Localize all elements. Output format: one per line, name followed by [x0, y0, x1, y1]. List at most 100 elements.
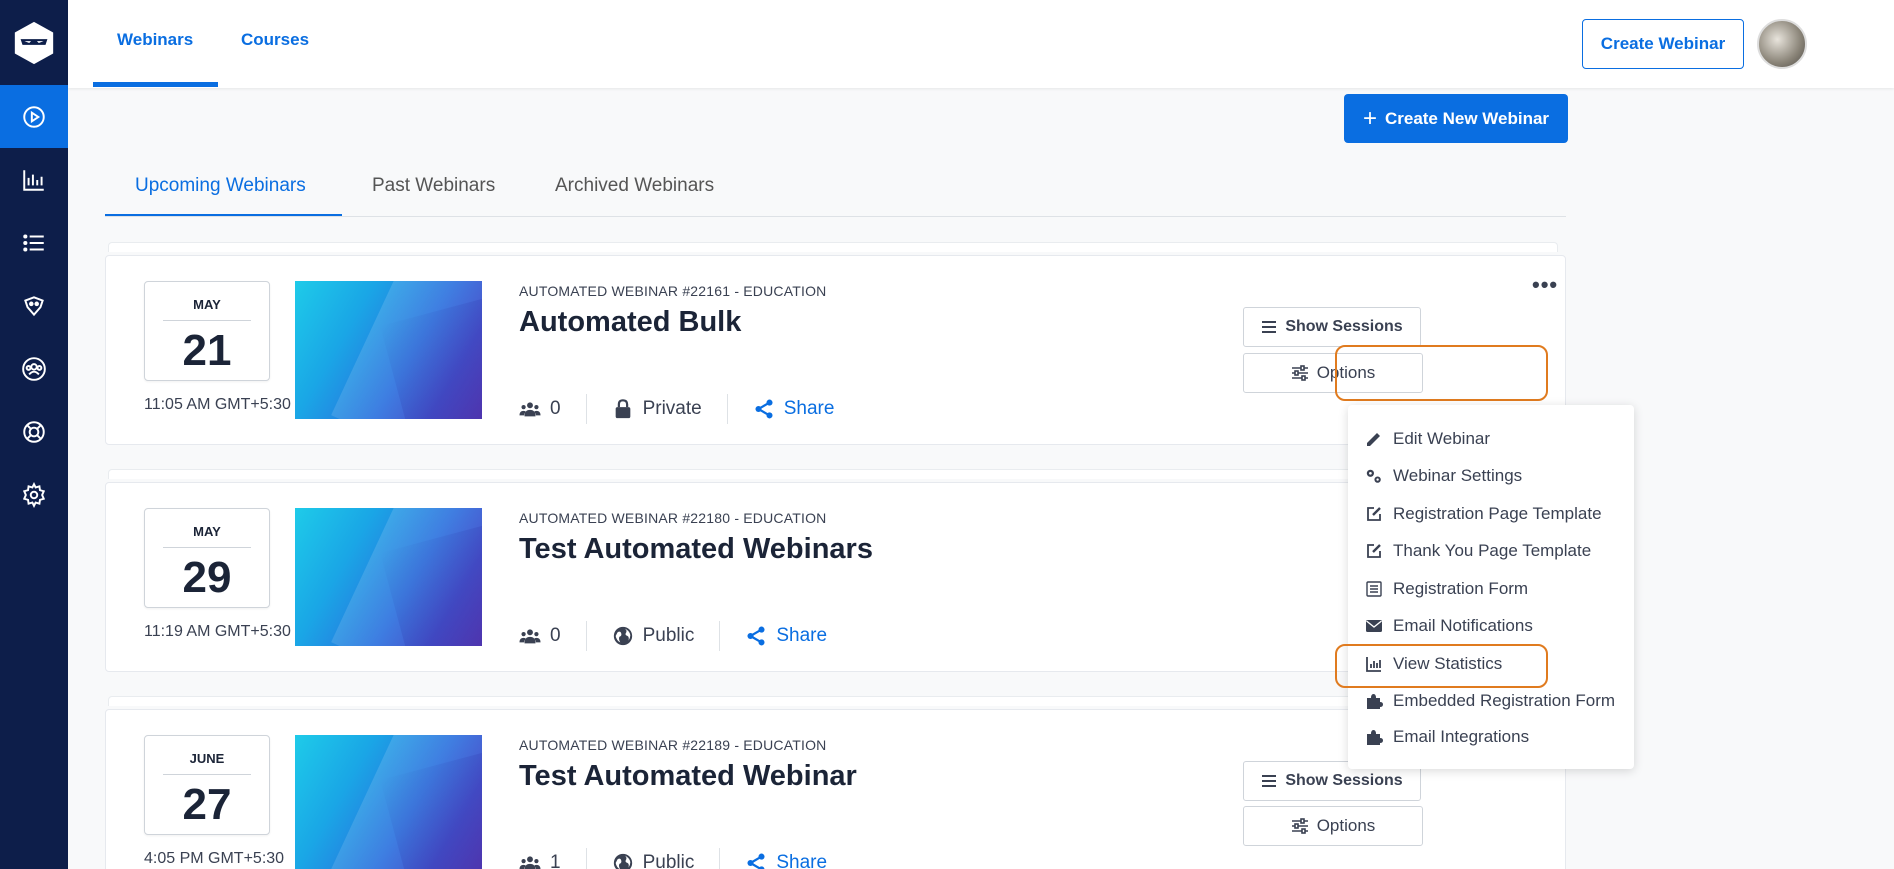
- menu-item-email-integrations[interactable]: Email Integrations: [1365, 727, 1529, 747]
- tab-past-webinars[interactable]: Past Webinars: [372, 175, 495, 197]
- share-link[interactable]: Share: [753, 398, 835, 420]
- menu-item-webinar-settings[interactable]: Webinar Settings: [1365, 466, 1522, 486]
- active-tab-underline: [105, 214, 342, 216]
- visibility-label: Public: [642, 625, 695, 646]
- menu-item-embedded-registration-form[interactable]: Embedded Registration Form: [1365, 691, 1615, 711]
- date-divider: [163, 547, 251, 548]
- options-dropdown-menu: Edit Webinar Webinar Settings Registrati…: [1348, 405, 1634, 769]
- pencil-icon: [1367, 433, 1380, 446]
- attendee-count: 1: [519, 852, 561, 869]
- webinar-meta: 1 Public Share: [519, 848, 827, 869]
- webinar-thumbnail[interactable]: [295, 508, 482, 646]
- webinar-subtitle: AUTOMATED WEBINAR #22180 - EDUCATION: [519, 510, 827, 526]
- lock-icon: [615, 399, 630, 419]
- sliders-icon: [1291, 365, 1308, 381]
- sidebar-item-list[interactable]: [0, 211, 68, 274]
- globe-icon: [613, 853, 632, 869]
- sidebar-item-webinars[interactable]: [0, 85, 68, 148]
- sidebar-item-analytics[interactable]: [0, 148, 68, 211]
- users-icon: [519, 856, 541, 869]
- date-month: JUNE: [189, 751, 225, 766]
- share-icon: [755, 399, 773, 419]
- divider: [585, 621, 587, 651]
- webinar-time: 11:05 AM GMT+5:30: [144, 396, 291, 413]
- share-label: Share: [776, 852, 828, 869]
- menu-item-email-notifications[interactable]: Email Notifications: [1365, 616, 1533, 636]
- menu-item-label: Webinar Settings: [1393, 466, 1523, 485]
- top-tab-courses[interactable]: Courses: [241, 30, 309, 50]
- menu-item-label: Registration Page Template: [1393, 504, 1602, 523]
- sidebar-item-contacts[interactable]: [0, 337, 68, 400]
- date-month: MAY: [193, 297, 221, 312]
- menu-item-label: Thank You Page Template: [1393, 541, 1592, 560]
- webinar-title[interactable]: Automated Bulk: [519, 306, 741, 339]
- webinar-subtitle: AUTOMATED WEBINAR #22161 - EDUCATION: [519, 283, 827, 299]
- card-stack-edge: [108, 696, 1558, 706]
- webinar-title[interactable]: Test Automated Webinars: [519, 533, 873, 566]
- menu-item-edit-webinar[interactable]: Edit Webinar: [1365, 429, 1490, 449]
- list-icon: [23, 233, 44, 252]
- sidebar-item-automation[interactable]: [0, 274, 68, 337]
- envelope-icon: [1366, 620, 1382, 632]
- webinar-thumbnail[interactable]: [295, 735, 482, 869]
- options-button[interactable]: Options: [1243, 806, 1423, 846]
- share-label: Share: [776, 625, 828, 646]
- chart-icon: [23, 169, 44, 191]
- card-stack-edge: [108, 469, 1558, 479]
- visibility-status: Public: [612, 852, 695, 869]
- create-webinar-button[interactable]: Create Webinar: [1582, 19, 1744, 69]
- user-avatar[interactable]: [1757, 19, 1807, 69]
- attendee-count: 0: [519, 625, 561, 647]
- visibility-label: Public: [642, 852, 695, 869]
- create-new-webinar-button[interactable]: + Create New Webinar: [1344, 94, 1568, 143]
- menu-icon: [1262, 775, 1277, 787]
- menu-item-thank-you-page-template[interactable]: Thank You Page Template: [1365, 541, 1591, 561]
- menu-item-label: Email Notifications: [1393, 616, 1533, 635]
- show-sessions-button[interactable]: Show Sessions: [1243, 307, 1421, 347]
- divider: [719, 621, 721, 651]
- users-icon: [519, 402, 541, 417]
- webinar-subtitle: AUTOMATED WEBINAR #22189 - EDUCATION: [519, 737, 827, 753]
- gear-icon: [22, 481, 46, 508]
- tab-archived-webinars[interactable]: Archived Webinars: [555, 175, 714, 197]
- show-sessions-label: Show Sessions: [1285, 772, 1403, 789]
- top-tab-webinars[interactable]: Webinars: [117, 30, 193, 50]
- share-link[interactable]: Share: [745, 852, 827, 869]
- sliders-icon: [1291, 818, 1308, 834]
- share-label: Share: [783, 398, 835, 419]
- attendee-count-value: 1: [550, 852, 561, 869]
- play-icon: [23, 105, 45, 128]
- users-icon: [519, 629, 541, 644]
- sidebar-item-support[interactable]: [0, 400, 68, 463]
- webinar-time: 11:19 AM GMT+5:30: [144, 623, 291, 640]
- visibility-status: Private: [612, 398, 702, 420]
- menu-item-registration-form[interactable]: Registration Form: [1365, 579, 1528, 599]
- date-month: MAY: [193, 524, 221, 539]
- menu-icon: [1262, 321, 1277, 333]
- active-tab-indicator: [93, 82, 218, 87]
- gears-icon: [1366, 469, 1381, 483]
- create-new-webinar-label: Create New Webinar: [1384, 108, 1550, 128]
- more-options-icon[interactable]: •••: [1532, 272, 1558, 298]
- date-day: 21: [182, 326, 232, 375]
- date-box: JUNE 27: [144, 735, 270, 835]
- app-logo[interactable]: [0, 0, 68, 85]
- tab-upcoming-webinars[interactable]: Upcoming Webinars: [135, 175, 306, 197]
- webinar-thumbnail[interactable]: [295, 281, 482, 419]
- robot-icon: [24, 295, 44, 316]
- options-label: Options: [1316, 816, 1376, 835]
- puzzle-icon: [1367, 730, 1383, 745]
- menu-item-registration-page-template[interactable]: Registration Page Template: [1365, 504, 1602, 524]
- attendee-count: 0: [519, 398, 561, 420]
- menu-item-label: Registration Form: [1393, 579, 1529, 598]
- share-link[interactable]: Share: [745, 625, 827, 647]
- sidebar-item-settings[interactable]: [0, 463, 68, 526]
- date-divider: [163, 774, 251, 775]
- view-statistics-highlight: [1335, 644, 1548, 688]
- divider: [719, 848, 721, 869]
- webinar-title[interactable]: Test Automated Webinar: [519, 760, 857, 793]
- puzzle-icon: [1367, 694, 1383, 709]
- ninja-logo-icon: [14, 21, 54, 64]
- menu-item-label: Email Integrations: [1393, 727, 1530, 746]
- lifebuoy-icon: [23, 420, 45, 443]
